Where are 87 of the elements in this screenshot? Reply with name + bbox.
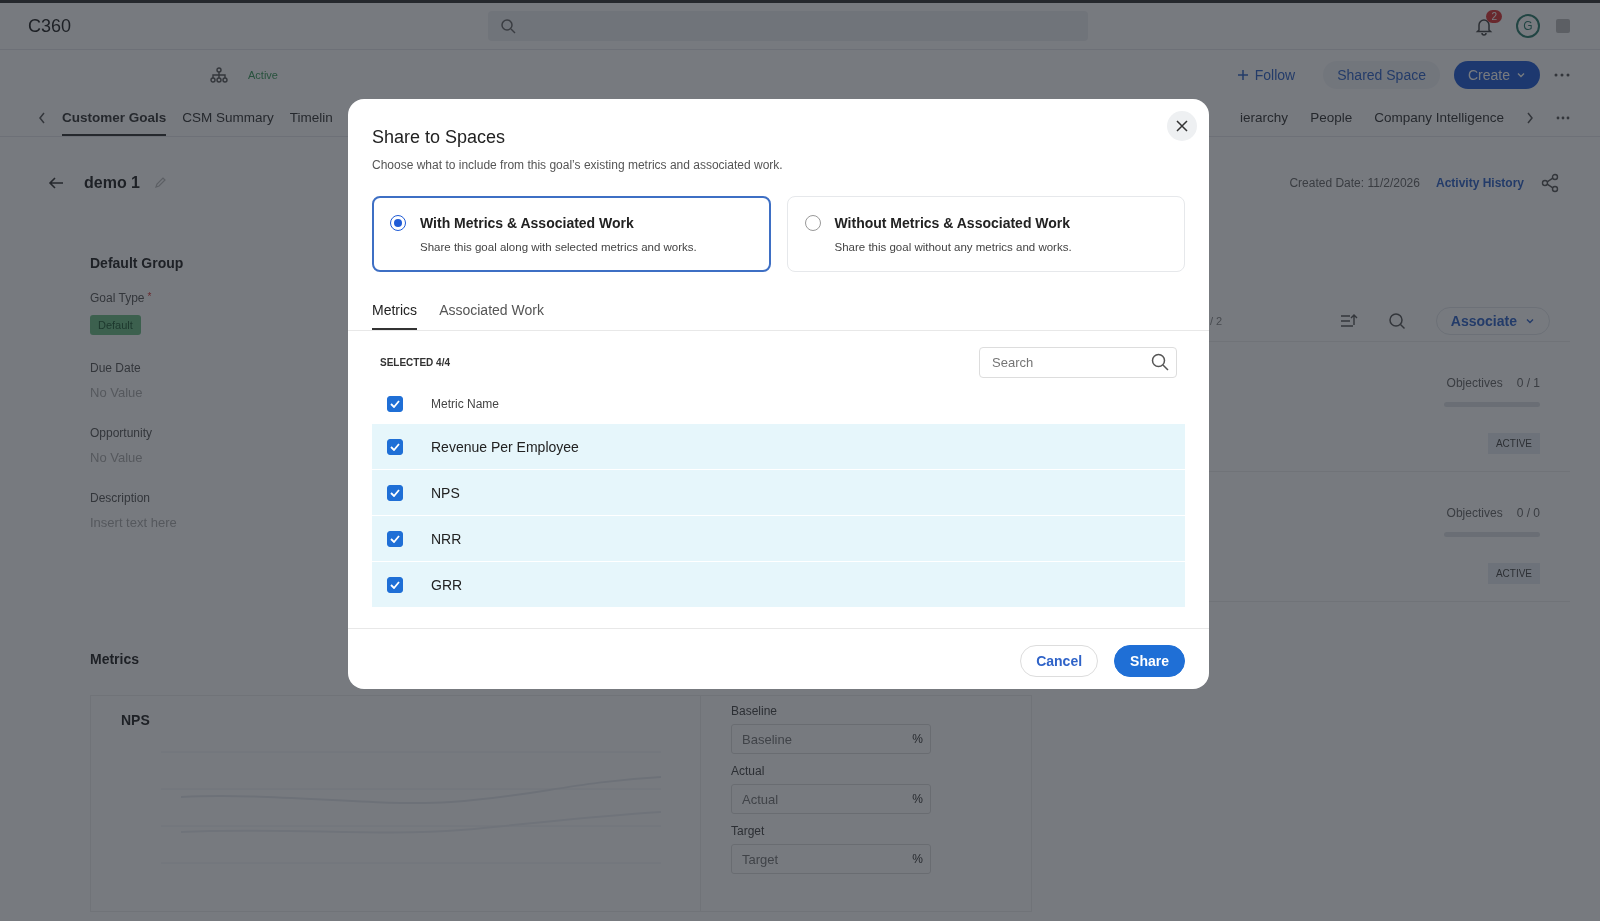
metric-row[interactable]: NPS (372, 470, 1185, 516)
dialog-button[interactable]: Share (1114, 645, 1185, 677)
tab[interactable]: Customer Goals (62, 100, 167, 136)
unit-label: % (912, 792, 923, 806)
selected-count: SELECTED 4/4 (380, 357, 451, 368)
hierarchy-icon[interactable] (210, 67, 228, 83)
chevron-left-icon[interactable] (38, 112, 46, 124)
more-icon[interactable] (1554, 73, 1570, 77)
group-title: Default Group (90, 255, 184, 271)
search-field[interactable] (488, 11, 1088, 41)
tab[interactable]: CSM Summary (182, 100, 274, 136)
tab[interactable]: Metrics (372, 302, 418, 330)
app-name: C360 (28, 15, 73, 37)
check-icon (390, 534, 400, 543)
metric-name: NPS (431, 484, 460, 501)
input-label: Actual (731, 764, 765, 778)
status-tag: ACTIVE (1487, 563, 1540, 584)
field-label: Goal Type (90, 291, 145, 305)
required-mark: * (147, 291, 152, 302)
input-label: Baseline (731, 704, 778, 718)
tab[interactable]: Associated Work (439, 302, 544, 330)
tab[interactable]: Timelin (289, 100, 333, 136)
column-header: Metric Name (431, 397, 499, 411)
chevron-right-icon[interactable] (1526, 112, 1534, 124)
check-icon (390, 400, 400, 408)
metric-row[interactable]: Revenue Per Employee (372, 424, 1185, 470)
option-card[interactable]: Without Metrics & Associated Work Share this goal without any metrics and works. (786, 196, 1185, 272)
check-icon (390, 442, 400, 451)
metric-name: GRR (431, 576, 463, 593)
metric-name: NRR (431, 530, 462, 547)
objectives-label: Objectives (1446, 506, 1503, 520)
field-label: Opportunity (90, 426, 153, 440)
sort-icon[interactable] (1339, 313, 1358, 329)
back-arrow-icon[interactable] (48, 176, 64, 190)
tab[interactable]: People (1310, 100, 1353, 136)
activity-history-link[interactable]: Activity History (1435, 176, 1524, 190)
option-description: Share this goal along with selected metrics and works. (420, 241, 697, 253)
tab[interactable]: Company Intelligence (1374, 100, 1504, 136)
checkbox[interactable] (387, 530, 403, 547)
objectives-label: Objectives (1446, 376, 1503, 390)
section-title: Metrics (90, 651, 140, 667)
objectives-count: 0 / 1 (1516, 376, 1540, 390)
close-icon (1176, 120, 1188, 132)
field-label: Due Date (90, 361, 141, 375)
metric-name: Revenue Per Employee (431, 438, 579, 455)
objectives-count: 0 / 0 (1516, 506, 1540, 520)
check-icon (390, 488, 400, 497)
checkbox[interactable] (387, 484, 403, 501)
option-title: With Metrics & Associated Work (420, 215, 635, 231)
search-icon (500, 18, 516, 34)
checkbox[interactable] (387, 396, 403, 412)
metric-title: NPS (121, 712, 151, 728)
option-title: Without Metrics & Associated Work (834, 215, 1072, 231)
input-label: Target (731, 824, 765, 838)
checkbox[interactable] (387, 576, 403, 593)
goal-title: demo 1 (84, 174, 140, 192)
share-icon[interactable] (1540, 173, 1560, 193)
account-status: Active (248, 69, 278, 81)
user-avatar[interactable]: G (1516, 14, 1540, 38)
option-card[interactable]: With Metrics & Associated Work Share this goal along with selected metrics and works. (372, 196, 771, 272)
pencil-icon[interactable] (154, 177, 166, 189)
caret-icon (1525, 316, 1535, 326)
caret-icon (1516, 70, 1526, 80)
check-icon (390, 580, 400, 589)
more-icon[interactable] (1556, 116, 1570, 120)
checkbox[interactable] (387, 438, 403, 455)
created-date: Created Date: 11/2/2026 (1289, 176, 1420, 190)
field-label: Description (90, 491, 151, 505)
metric-row[interactable]: NRR (372, 516, 1185, 562)
plus-icon (1236, 69, 1249, 81)
close-button[interactable] (1167, 111, 1197, 141)
search-icon[interactable] (1151, 353, 1169, 371)
status-tag: ACTIVE (1487, 433, 1540, 454)
dialog-title: Share to Spaces (372, 127, 507, 148)
unit-label: % (912, 732, 923, 746)
apps-icon[interactable] (1554, 17, 1572, 35)
dialog-button[interactable]: Cancel (1020, 645, 1099, 677)
dialog-subtitle: Choose what to include from this goal’s existing metrics and associated work. (372, 158, 784, 172)
tab[interactable]: ierarchy (1240, 100, 1289, 136)
action-button[interactable]: Create (1453, 61, 1540, 89)
unit-label: % (912, 852, 923, 866)
search-field[interactable]: Search (979, 347, 1177, 378)
associate-button[interactable]: Associate (1435, 307, 1550, 335)
metric-row[interactable]: GRR (372, 562, 1185, 608)
action-button[interactable]: Shared Space (1323, 61, 1440, 89)
option-description: Share this goal without any metrics and works. (834, 241, 1072, 253)
notification-count: 2 (1486, 10, 1502, 23)
